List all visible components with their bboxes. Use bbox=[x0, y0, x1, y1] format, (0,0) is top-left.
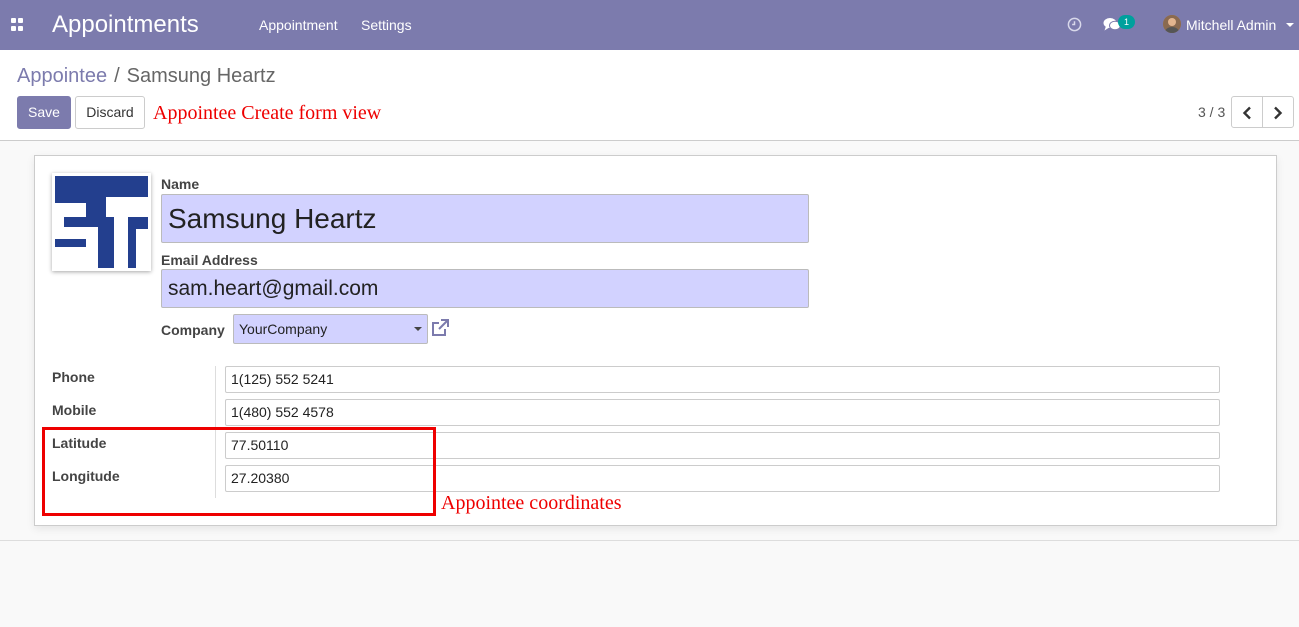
external-link-icon[interactable] bbox=[430, 318, 450, 338]
company-label: Company bbox=[161, 322, 225, 338]
pager-next-button[interactable] bbox=[1262, 96, 1294, 128]
pager-previous-button[interactable] bbox=[1231, 96, 1263, 128]
user-menu[interactable]: Mitchell Admin bbox=[1186, 17, 1276, 33]
app-title[interactable]: Appointments bbox=[52, 11, 199, 39]
form-view-annotation: Appointee Create form view bbox=[153, 102, 382, 124]
company-logo[interactable] bbox=[52, 173, 151, 271]
control-panel: Appointee / Samsung Heartz Save Discard Ap… bbox=[0, 50, 1299, 141]
breadcrumb: Appointee / Samsung Heartz bbox=[17, 65, 276, 88]
menu-appointment[interactable]: Appointment bbox=[259, 17, 338, 33]
breadcrumb-parent[interactable]: Appointee bbox=[17, 65, 107, 87]
company-select-value: YourCompany bbox=[239, 321, 328, 337]
name-input[interactable]: Samsung Heartz bbox=[161, 194, 809, 243]
clock-icon[interactable] bbox=[1067, 17, 1082, 32]
save-button[interactable]: Save bbox=[17, 96, 71, 129]
top-navbar: Appointments Appointment Settings 1 Mitc… bbox=[0, 0, 1299, 50]
user-avatar[interactable] bbox=[1163, 15, 1181, 33]
chevron-left-icon bbox=[1242, 106, 1251, 120]
company-select[interactable]: YourCompany bbox=[233, 314, 428, 344]
mobile-input[interactable]: 1(480) 552 4578 bbox=[225, 399, 1220, 426]
caret-down-icon bbox=[414, 327, 422, 331]
mobile-label: Mobile bbox=[52, 402, 97, 418]
apps-grid-icon[interactable] bbox=[11, 18, 24, 31]
chevron-right-icon bbox=[1274, 106, 1283, 120]
email-label: Email Address bbox=[161, 252, 258, 268]
email-input[interactable]: sam.heart@gmail.com bbox=[161, 269, 809, 308]
chat-count-badge: 1 bbox=[1118, 15, 1135, 29]
discard-button[interactable]: Discard bbox=[75, 96, 145, 129]
pager-value[interactable]: 3 / 3 bbox=[1198, 104, 1225, 120]
phone-label: Phone bbox=[52, 369, 95, 385]
coordinates-annotation: Appointee coordinates bbox=[441, 492, 622, 514]
menu-settings[interactable]: Settings bbox=[361, 17, 412, 33]
content-divider bbox=[0, 540, 1299, 541]
chevron-down-icon[interactable] bbox=[1286, 23, 1294, 27]
breadcrumb-current: Samsung Heartz bbox=[126, 65, 276, 87]
coordinates-highlight-box bbox=[42, 427, 436, 516]
breadcrumb-separator: / bbox=[114, 65, 120, 87]
name-label: Name bbox=[161, 176, 200, 192]
phone-input[interactable]: 1(125) 552 5241 bbox=[225, 366, 1220, 393]
